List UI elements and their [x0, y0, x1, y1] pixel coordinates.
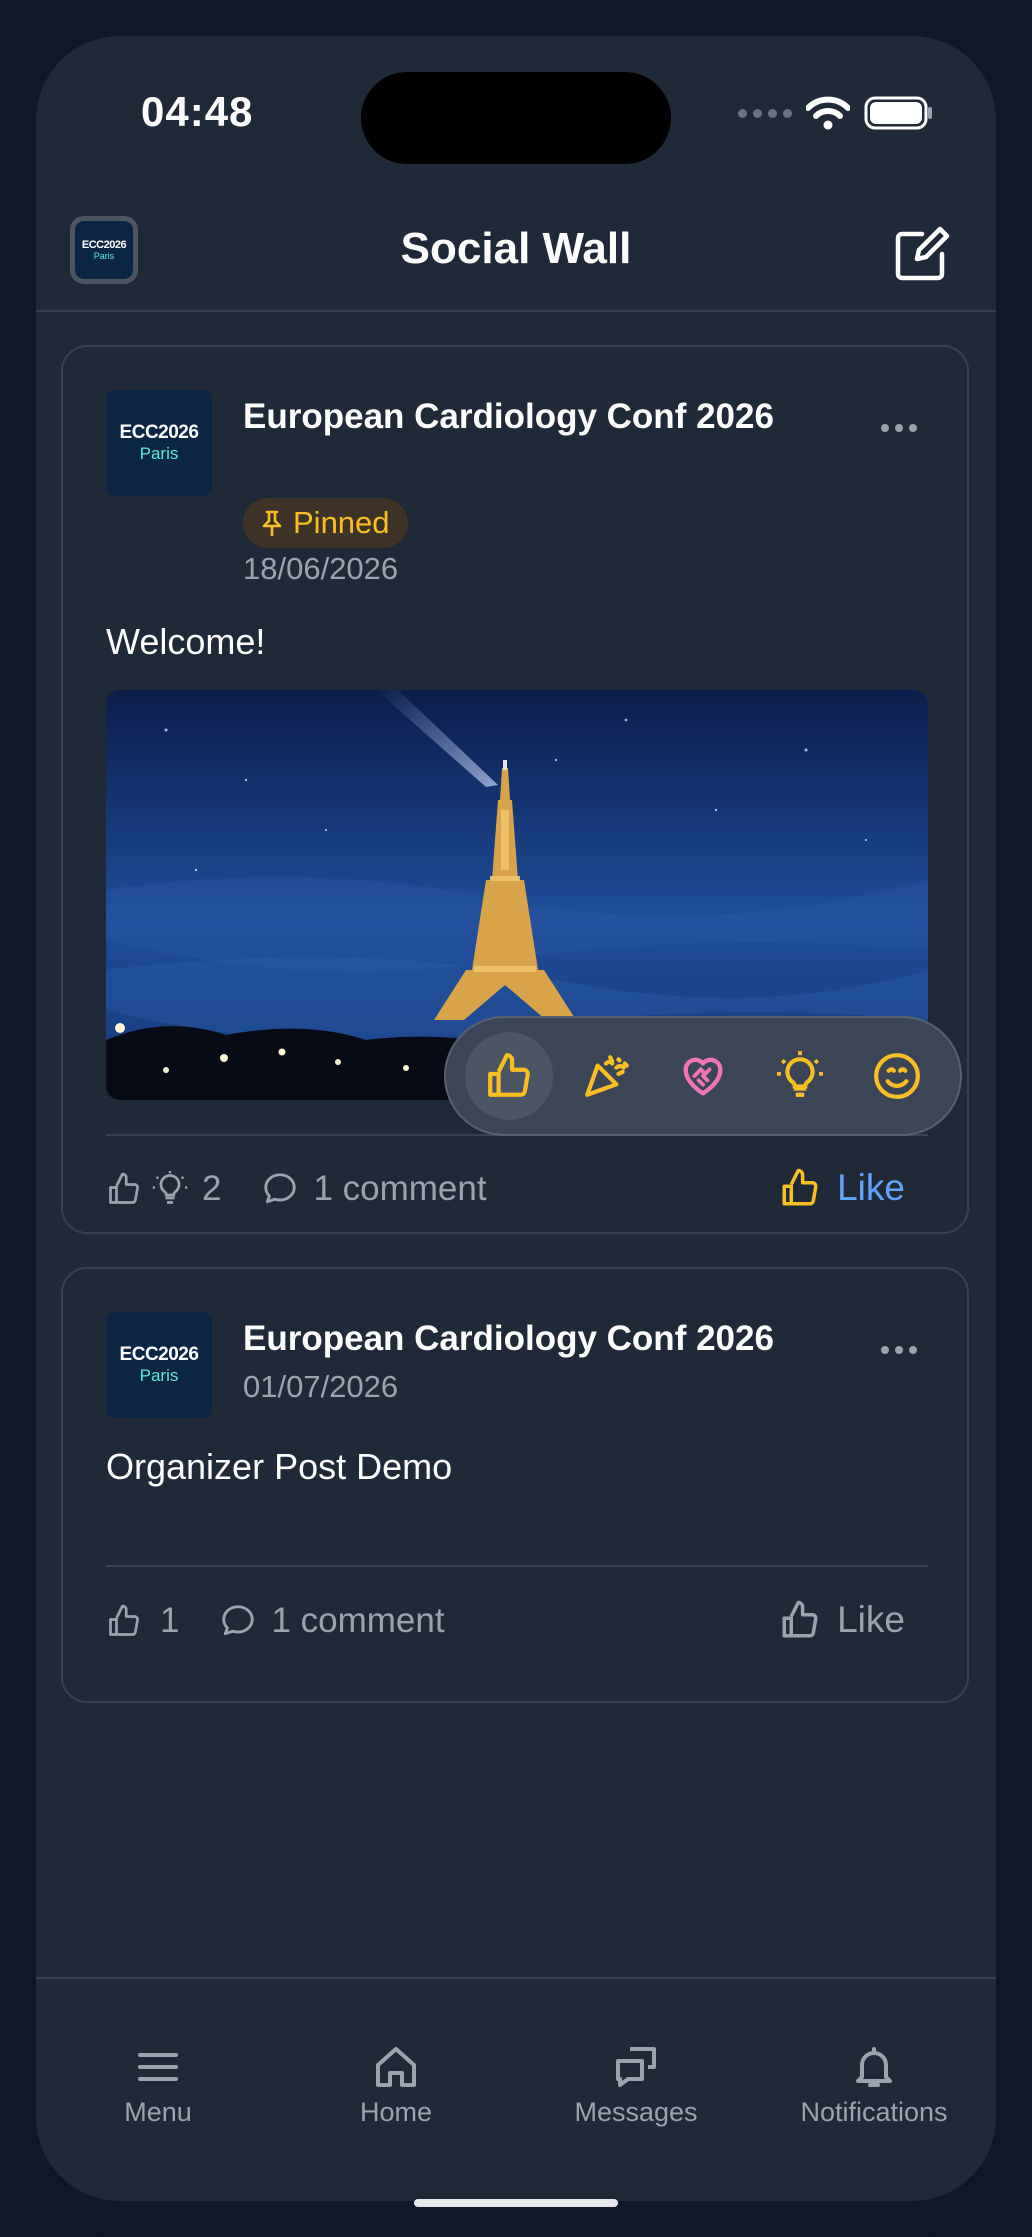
battery-icon	[864, 96, 932, 130]
tab-menu[interactable]: Menu	[38, 2043, 278, 2128]
thumbs-up-icon	[109, 1172, 139, 1204]
more-options-icon[interactable]	[881, 424, 917, 432]
post-text: Welcome!	[106, 621, 266, 662]
logo-subtext: Paris	[139, 444, 179, 463]
messages-icon	[616, 2047, 656, 2087]
post-text: Organizer Post Demo	[106, 1446, 453, 1487]
thumbs-up-icon	[487, 1053, 530, 1097]
post-stats: 1 1 comment	[106, 1601, 445, 1641]
wifi-icon	[806, 96, 850, 130]
tab-label: Messages	[574, 2097, 698, 2127]
thumbs-up-icon	[782, 1168, 818, 1206]
tab-bar: Menu Home Messages Notifications	[36, 1977, 996, 2201]
like-button[interactable]: Like	[779, 1599, 905, 1641]
like-button[interactable]: Like	[779, 1167, 905, 1209]
signal-icon	[738, 108, 792, 118]
lightbulb-icon	[777, 1051, 824, 1097]
logo-text: ECC2026	[119, 1344, 199, 1365]
comment-count[interactable]: 1 comment	[271, 1601, 444, 1641]
tab-label: Home	[359, 2097, 433, 2127]
author-avatar[interactable]: ECC2026 Paris	[106, 390, 212, 496]
page-title: Social Wall	[400, 224, 632, 273]
tab-home[interactable]: Home	[276, 2043, 516, 2128]
reaction-like[interactable]	[464, 1032, 553, 1120]
reaction-insightful[interactable]	[756, 1032, 844, 1120]
pinned-label: Pinned	[293, 505, 390, 540]
reaction-happy[interactable]	[853, 1032, 941, 1120]
tab-label: Notifications	[800, 2097, 948, 2127]
post-card: ECC2026 Paris European Cardiology Conf 2…	[61, 1267, 969, 1703]
thumbs-up-icon	[109, 1604, 139, 1636]
comment-icon	[264, 1173, 297, 1204]
post-date: 01/07/2026	[243, 1369, 399, 1404]
pinned-badge: Pinned	[243, 498, 408, 548]
post-date: 18/06/2026	[243, 551, 399, 586]
status-time: 04:48	[141, 88, 254, 135]
logo-text: ECC2026	[119, 422, 199, 443]
reaction-picker	[444, 1016, 962, 1136]
home-indicator[interactable]	[414, 2199, 618, 2207]
tab-notifications[interactable]: Notifications	[754, 2043, 994, 2128]
logo-subtext: Paris	[139, 1366, 179, 1385]
home-icon	[376, 2047, 416, 2087]
thumbs-up-icon	[782, 1600, 818, 1638]
smile-icon	[874, 1053, 921, 1099]
post-stats: 2 1 comment	[106, 1169, 487, 1209]
author-avatar[interactable]: ECC2026 Paris	[106, 1312, 212, 1418]
screen: 04:48 ECC2026 Paris Social Wall ECC2026 …	[36, 36, 996, 2201]
more-options-icon[interactable]	[881, 1346, 917, 1354]
like-label: Like	[837, 1599, 905, 1640]
post-author[interactable]: European Cardiology Conf 2026	[243, 1319, 774, 1359]
comment-icon	[222, 1605, 255, 1636]
pin-icon	[262, 510, 282, 536]
dynamic-island	[361, 72, 671, 164]
tab-label: Menu	[124, 2097, 192, 2127]
reaction-count[interactable]: 1	[160, 1601, 179, 1641]
reaction-count[interactable]: 2	[202, 1169, 221, 1209]
lightbulb-icon	[152, 1171, 188, 1204]
comment-count[interactable]: 1 comment	[313, 1169, 486, 1209]
compose-icon[interactable]	[892, 226, 950, 284]
status-icons	[738, 96, 934, 130]
bell-icon	[856, 2047, 892, 2087]
divider	[106, 1565, 928, 1567]
post-author[interactable]: European Cardiology Conf 2026	[243, 397, 774, 437]
party-popper-icon	[584, 1055, 629, 1097]
menu-icon	[138, 2053, 178, 2081]
reaction-support[interactable]	[659, 1032, 747, 1120]
like-label: Like	[837, 1167, 905, 1208]
heart-handshake-icon	[683, 1057, 723, 1096]
phone-frame: 04:48 ECC2026 Paris Social Wall ECC2026 …	[0, 0, 1032, 2237]
tab-messages[interactable]: Messages	[516, 2043, 756, 2128]
reaction-celebrate[interactable]	[562, 1032, 650, 1120]
